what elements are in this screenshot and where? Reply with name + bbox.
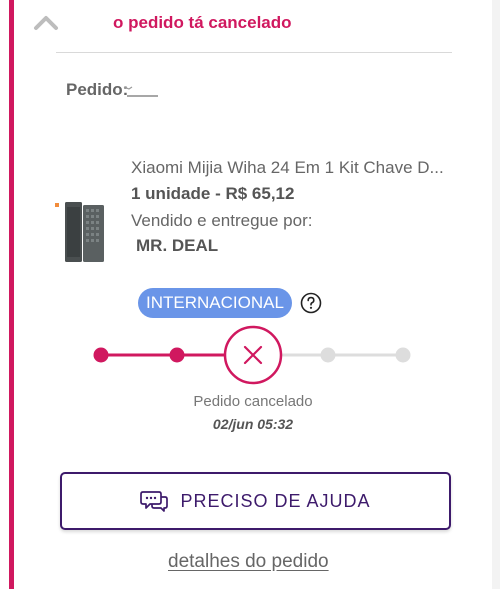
order-number-label: Pedido:	[66, 80, 129, 99]
product-title[interactable]: Xiaomi Mijia Wiha 24 Em 1 Kit Chave D...	[131, 158, 451, 178]
tracking-status-label: Pedido cancelado	[193, 393, 313, 410]
order-number-redacted	[123, 86, 158, 97]
international-badge: INTERNACIONAL	[138, 288, 292, 318]
chevron-up-icon[interactable]	[32, 12, 60, 32]
seller-name: MR. DEAL	[136, 236, 219, 255]
progress-step-2	[169, 347, 185, 363]
product-image[interactable]	[55, 199, 110, 265]
progress-step-4	[320, 347, 336, 363]
order-details-link[interactable]: detalhes do pedido	[168, 551, 329, 573]
progress-step-5	[395, 347, 411, 363]
progress-step-1	[93, 347, 109, 363]
order-status-title: o pedido tá cancelado	[113, 13, 292, 32]
help-button-label: PRECISO DE AJUDA	[180, 490, 371, 511]
sold-by-label: Vendido e entregue por:	[131, 211, 313, 230]
chat-bubbles-icon	[140, 491, 169, 512]
question-circle-icon[interactable]	[300, 292, 322, 314]
help-button[interactable]: PRECISO DE AJUDA	[60, 472, 451, 530]
right-edge	[492, 0, 500, 589]
tracking-status-date: 02/jun 05:32	[212, 416, 294, 432]
header-divider	[56, 52, 452, 53]
order-header[interactable]: o pedido tá cancelado	[14, 0, 492, 52]
order-progress-tracker	[93, 325, 411, 385]
card-accent-border	[9, 0, 14, 589]
product-quantity-price: 1 unidade - R$ 65,12	[131, 184, 295, 203]
